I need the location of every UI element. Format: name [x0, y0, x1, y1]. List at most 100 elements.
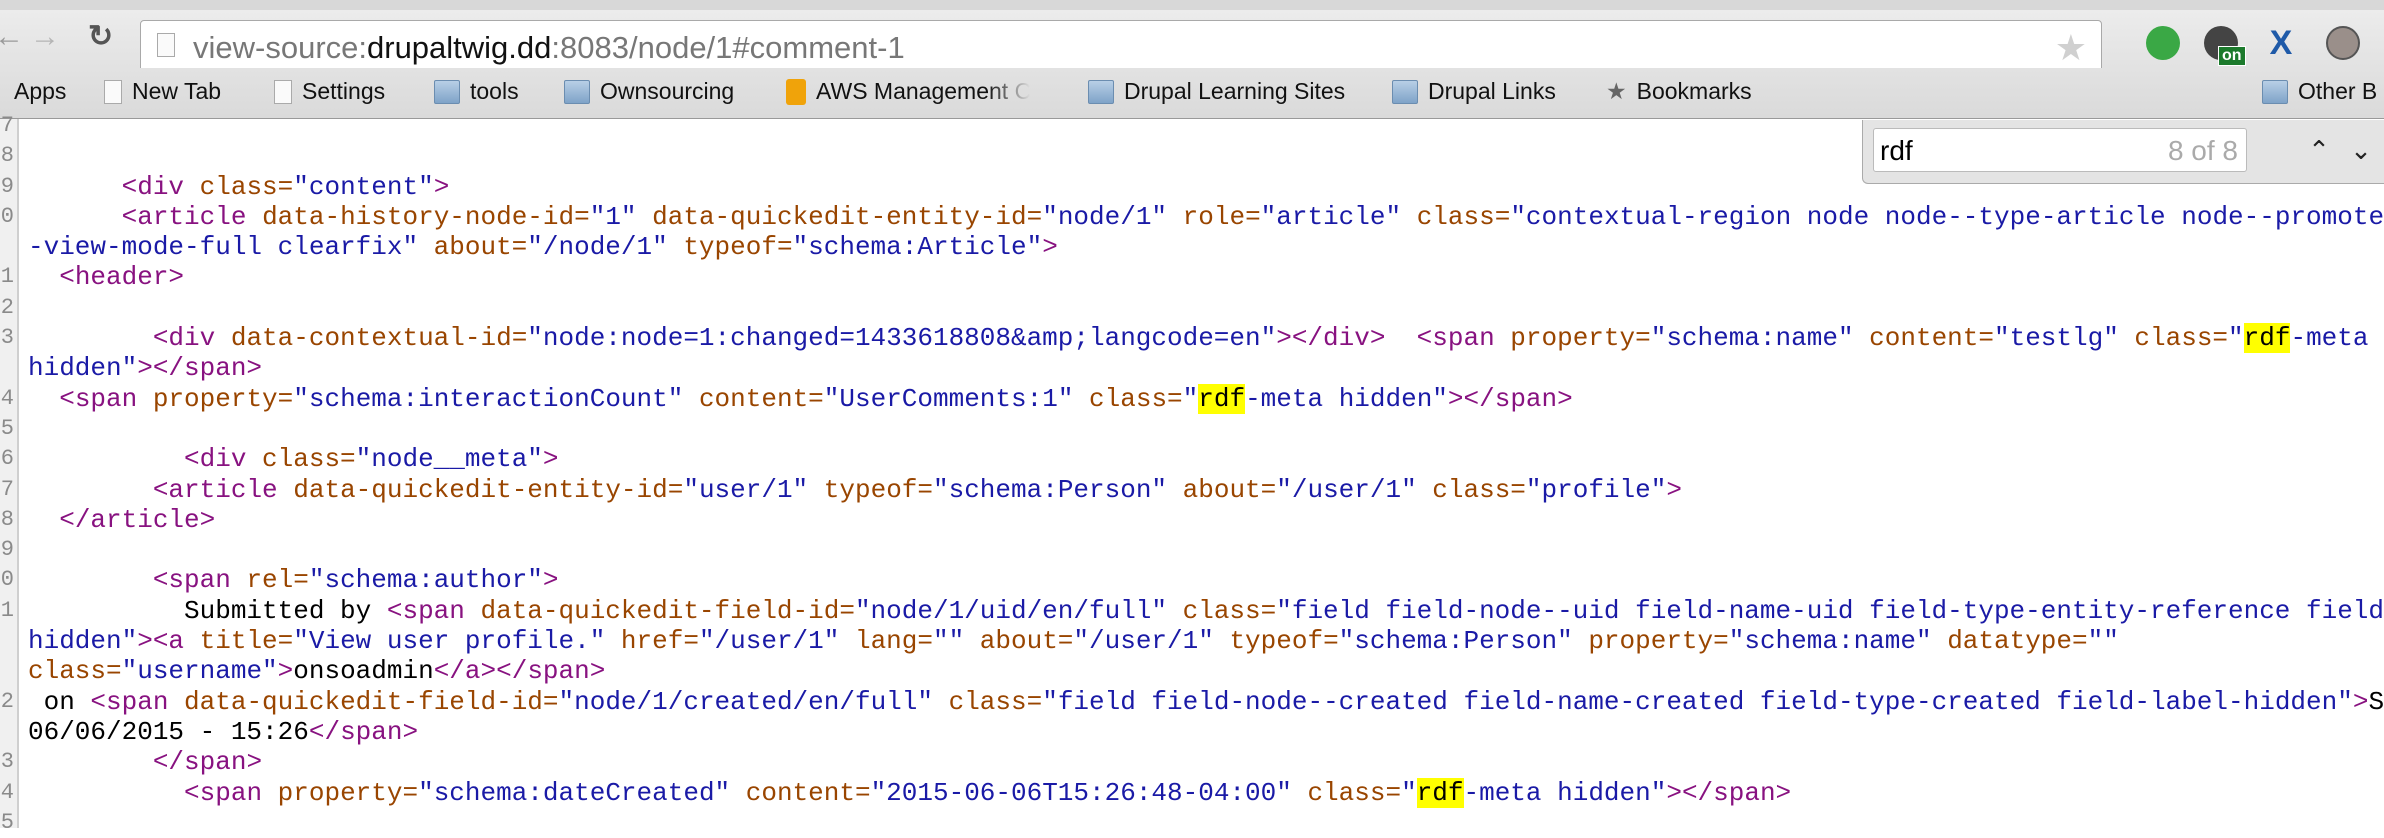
source-text [28, 384, 59, 414]
find-next-button[interactable]: ⌄ [2341, 130, 2381, 170]
reload-button[interactable]: ↻ [88, 22, 113, 52]
source-attr-value: "schema:name" [1728, 626, 1948, 657]
source-line-content: <div class="node__meta"> [28, 444, 2384, 474]
bookmark-settings[interactable]: Settings [274, 78, 385, 105]
source-text: 06/06/2015 - 15:26 [28, 716, 309, 747]
source-text [1385, 323, 1416, 353]
source-text: onsoadmin [293, 656, 434, 687]
find-input[interactable]: rdf 8 of 8 [1873, 128, 2247, 172]
bookmark-label: Settings [302, 78, 386, 104]
source-line-content: <span rel="schema:author"> [28, 565, 2384, 595]
line-number: 5 [0, 809, 14, 835]
source-attr-value: "/user/1" [1073, 626, 1230, 657]
url-path: :8083/node/1#comment-1 [551, 30, 905, 65]
source-line: -view-mode-full clearfix" about="/node/1… [0, 232, 2384, 262]
source-attr-value: "username" [121, 656, 278, 687]
source-attr-value: -meta [2290, 323, 2369, 354]
page-icon [274, 79, 292, 104]
folder-icon [434, 79, 460, 104]
bookmark-label: Other B [2298, 78, 2378, 104]
source-attr-value: "schema:name" [1650, 323, 1870, 354]
url-text[interactable]: view-source:drupaltwig.dd:8083/node/1#co… [193, 30, 905, 66]
source-tag: > [1042, 232, 1058, 263]
source-attr-value: "/node/1" [527, 232, 684, 263]
source-attr-value: "node/1/uid/en/full" [854, 595, 1183, 626]
find-previous-button[interactable]: ⌃ [2299, 130, 2339, 170]
w-extension-icon[interactable] [2326, 26, 2360, 60]
source-tag: <article [121, 201, 263, 232]
source-tag: <div [152, 323, 231, 354]
source-attr-name: content= [698, 383, 824, 414]
source-attr-value: "View user profile." [293, 626, 621, 657]
source-attr-name: class= [199, 171, 294, 202]
source-attr-value: "2015-06-06T15:26:48-04:00" [870, 777, 1308, 808]
line-number: 6 [0, 446, 14, 472]
bookmark-label: Drupal Links [1428, 78, 1556, 104]
source-line: 3 </span> [0, 747, 2384, 777]
source-tag: > [542, 444, 559, 475]
source-attr-value: " [1401, 777, 1417, 808]
source-attr-name: property= [1588, 626, 1729, 657]
source-attr-name: about= [979, 626, 1074, 657]
source-tag: <span [59, 383, 153, 414]
line-number: 3 [0, 749, 14, 775]
source-line-content: <article data-history-node-id="1" data-q… [28, 202, 2384, 232]
source-line: 2 on <span data-quickedit-field-id="node… [0, 687, 2384, 717]
source-attr-value: "field field-node--uid field-name-uid fi… [1276, 595, 2384, 626]
bookmark-star-icon[interactable]: ★ [2055, 27, 2087, 69]
source-attr-value: "profile" [1525, 474, 1667, 505]
bookmark-drupal-learning-sites[interactable]: Drupal Learning Sites [1088, 78, 1345, 105]
forward-button[interactable]: → [30, 22, 60, 52]
line-number: 4 [0, 779, 14, 805]
folder-icon [564, 79, 590, 104]
timer-on-icon[interactable]: on [2204, 26, 2246, 66]
source-line-content: <span property="schema:interactionCount"… [28, 383, 2384, 414]
source-attr-value: "schema:Article" [792, 232, 1043, 263]
source-attr-value: "" [932, 626, 980, 657]
bookmark-label: Drupal Learning Sites [1124, 78, 1346, 104]
page-icon [104, 79, 122, 104]
bookmark-label: AWS Management Co [816, 78, 1030, 104]
other-bookmarks[interactable]: Other B [2262, 78, 2377, 105]
source-line-content: </span> [28, 747, 2384, 777]
source-text [28, 172, 122, 202]
bookmark-new-tab[interactable]: New Tab [104, 78, 221, 105]
bookmark-bookmarks[interactable]: ★ Bookmarks [1606, 78, 1752, 105]
source-tag: ></span> [137, 353, 263, 384]
source-tag: <span [386, 595, 481, 626]
source-line: hidden"><a title="View user profile." hr… [0, 626, 2384, 656]
bookmark-label: Ownsourcing [600, 78, 735, 104]
source-line-content: <div data-contextual-id="node:node=1:cha… [28, 323, 2384, 354]
bookmark-apps[interactable]: Apps [14, 78, 66, 105]
source-attr-value: "article" [1260, 201, 1417, 232]
source-tag: > [433, 171, 450, 202]
source-attr-name: data-history-node-id= [262, 201, 590, 232]
address-bar[interactable]: view-source:drupaltwig.dd:8083/node/1#co… [140, 20, 2102, 72]
source-tag: </article> [59, 504, 216, 535]
source-line-content: <article data-quickedit-entity-id="user/… [28, 475, 2384, 505]
source-attr-value: "testlg" [1993, 323, 2135, 354]
source-attr-value: "user/1" [683, 474, 824, 505]
back-button[interactable]: ← [0, 22, 24, 52]
bookmark-label: tools [470, 78, 519, 104]
hangouts-icon[interactable] [2146, 26, 2180, 60]
bookmark-ownsourcing[interactable]: Ownsourcing [564, 78, 734, 105]
source-attr-name: content= [1869, 323, 1994, 354]
bookmark-drupal-links[interactable]: Drupal Links [1392, 78, 1556, 105]
url-scheme: view-source: [193, 30, 367, 65]
source-attr-name: class= [1416, 201, 1511, 232]
source-line: 4 <span property="schema:interactionCoun… [0, 383, 2384, 414]
source-attr-value: "schema:author" [308, 565, 543, 596]
source-attr-name: property= [1510, 323, 1651, 354]
source-attr-name: title= [199, 626, 294, 657]
bookmark-aws[interactable]: AWS Management Co [786, 78, 1030, 105]
source-attr-value: -meta hidden" [1245, 383, 1448, 414]
source-line-content: </article> [28, 505, 2384, 535]
source-line-content: hidden"></span> [28, 353, 2384, 383]
source-attr-value: "node/1/created/en/full" [558, 686, 949, 717]
source-attr-name: data-contextual-id= [230, 323, 528, 354]
source-tag: > [1666, 474, 1682, 505]
bookmark-tools[interactable]: tools [434, 78, 519, 105]
jira-icon[interactable]: X [2264, 26, 2298, 60]
source-line: 0 <span rel="schema:author"> [0, 565, 2384, 595]
